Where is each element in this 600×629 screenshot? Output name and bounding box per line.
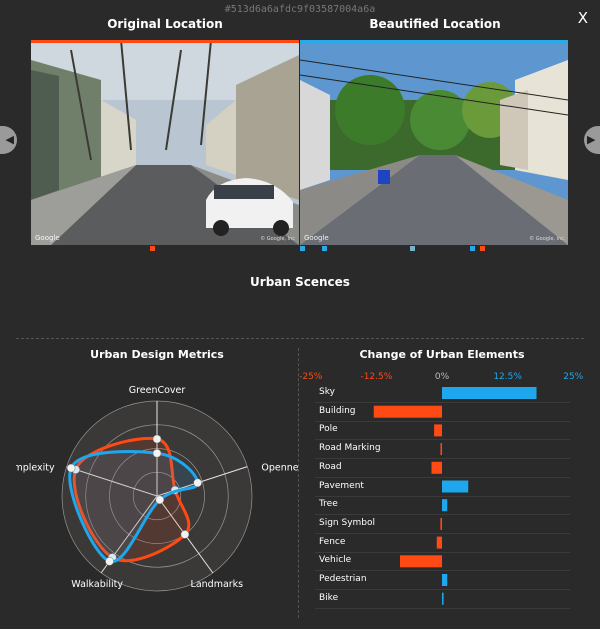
bar-pedestrian bbox=[442, 574, 448, 586]
google-watermark: Google bbox=[304, 234, 329, 242]
bar-row-divider bbox=[315, 420, 570, 422]
bar-building bbox=[373, 405, 442, 418]
beautified-location-title: Beautified Location bbox=[369, 17, 501, 31]
segment-marker[interactable] bbox=[300, 246, 305, 251]
next-scene-button[interactable]: ▶ bbox=[584, 126, 600, 154]
change-of-urban-elements-title: Change of Urban Elements bbox=[359, 348, 525, 361]
beautified-street-picture bbox=[300, 40, 568, 245]
original-accent-bar bbox=[31, 40, 299, 43]
bar-fence bbox=[436, 536, 442, 549]
bar-row-divider bbox=[315, 551, 570, 553]
bar-tree bbox=[442, 499, 448, 512]
close-button[interactable]: X bbox=[578, 9, 588, 27]
bar-row-divider bbox=[315, 495, 570, 497]
scene-id: #513d6a6afdc9f03587004a6a bbox=[224, 4, 376, 15]
bar-sign-symbol bbox=[440, 517, 442, 530]
bar-row-divider bbox=[315, 476, 570, 478]
bar-axis-tick: -12.5% bbox=[360, 372, 393, 382]
radar-point bbox=[152, 434, 162, 444]
bar-category-label: Pavement bbox=[319, 480, 364, 491]
bar-bike bbox=[442, 592, 444, 605]
urban-scenes-title: Urban Scences bbox=[250, 275, 350, 289]
bar-row-divider bbox=[315, 514, 570, 516]
bar-category-label: Vehicle bbox=[319, 555, 352, 566]
urban-design-metrics-title: Urban Design Metrics bbox=[90, 348, 224, 361]
bar-row-divider bbox=[315, 458, 570, 460]
original-street-picture bbox=[31, 40, 299, 245]
radar-point bbox=[66, 463, 76, 473]
original-location-title: Original Location bbox=[107, 17, 223, 31]
radar-axis-label: Walkability bbox=[71, 579, 123, 590]
bar-category-label: Building bbox=[319, 405, 356, 416]
bar-category-label: Sign Symbol bbox=[319, 517, 376, 528]
radar-axis-label: Openness bbox=[261, 463, 298, 474]
column-divider bbox=[298, 348, 299, 618]
segment-marker[interactable] bbox=[322, 246, 327, 251]
radar-point bbox=[152, 449, 162, 458]
bar-pole bbox=[434, 424, 442, 437]
bar-row-divider bbox=[315, 589, 570, 590]
beautified-accent-bar bbox=[300, 40, 568, 43]
image-copyright: © Google, Inc bbox=[260, 236, 295, 242]
radar-point bbox=[180, 530, 190, 539]
bar-category-label: Pole bbox=[319, 424, 338, 435]
bar-road bbox=[431, 461, 442, 474]
radar-point bbox=[105, 557, 114, 566]
bar-category-label: Fence bbox=[319, 536, 346, 547]
radar-axis-label: Landmarks bbox=[191, 579, 244, 590]
bar-axis-tick: 25% bbox=[563, 372, 584, 382]
radar-point bbox=[155, 495, 165, 505]
segment-marker[interactable] bbox=[150, 246, 155, 251]
bar-axis-tick: -25% bbox=[299, 372, 323, 382]
bar-row-divider bbox=[315, 570, 570, 572]
bar-category-label: Tree bbox=[319, 499, 338, 510]
bar-row-divider bbox=[315, 439, 570, 441]
original-location-image: Google © Google, Inc bbox=[31, 40, 299, 245]
bar-row-divider bbox=[315, 402, 570, 403]
radar-axis-label: GreenCover bbox=[129, 385, 186, 396]
section-divider bbox=[16, 338, 584, 339]
segment-marker[interactable] bbox=[480, 246, 485, 251]
radar-point bbox=[193, 478, 202, 488]
bar-sky bbox=[442, 387, 537, 399]
radar-chart: GreenCover Openness Landmarks Walkability Co… bbox=[16, 385, 298, 592]
image-copyright: © Google, Inc bbox=[529, 236, 564, 242]
bar-category-label: Pedestrian bbox=[319, 574, 367, 584]
segment-marker[interactable] bbox=[410, 246, 415, 251]
bar-vehicle bbox=[400, 555, 442, 568]
bar-category-label: Sky bbox=[319, 387, 335, 397]
bar-row-divider bbox=[315, 532, 570, 534]
detail-modal: #513d6a6afdc9f03587004a6a X Original Loc… bbox=[0, 0, 600, 629]
chevron-left-icon: ◀ bbox=[5, 133, 14, 146]
bar-axis-tick: 0% bbox=[434, 372, 450, 382]
bar-axis-tick: 12.5% bbox=[493, 372, 522, 382]
bar-row-divider bbox=[315, 607, 570, 609]
bar-category-label: Bike bbox=[319, 592, 339, 603]
radar-axis-label: Complexity bbox=[16, 463, 55, 474]
previous-scene-button[interactable]: ◀ bbox=[0, 126, 17, 154]
bar-category-label: Road bbox=[319, 461, 342, 472]
beautified-location-image: Google © Google, Inc bbox=[300, 40, 568, 245]
bar-category-label: Road Marking bbox=[319, 443, 381, 454]
google-watermark: Google bbox=[35, 234, 60, 242]
chevron-right-icon: ▶ bbox=[587, 133, 596, 146]
bar-pavement bbox=[442, 480, 469, 493]
bar-road-marking bbox=[440, 443, 442, 456]
segment-marker[interactable] bbox=[470, 246, 475, 251]
